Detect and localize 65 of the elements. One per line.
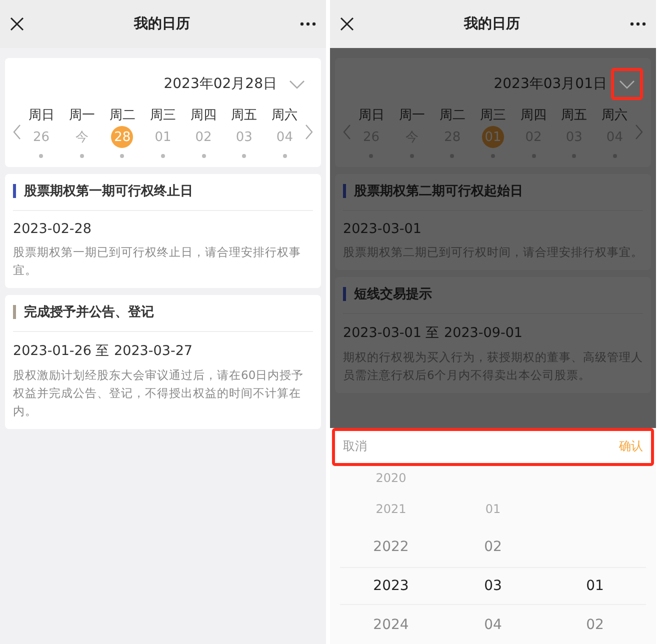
dropdown-caret-icon[interactable] [611,68,643,100]
weekday-label: 周三 [150,107,176,124]
weekday-label: 周二 [109,107,136,124]
event-title: 短线交易提示 [354,286,432,303]
close-icon[interactable] [10,17,24,31]
year-option[interactable]: 2023 [373,578,409,594]
event-dot [160,154,165,158]
month-option[interactable]: 03 [484,578,502,594]
year-option[interactable]: 2020 [376,470,406,485]
selected-date[interactable]: 2023年02月28日 [164,75,277,93]
event-title: 股票期权第二期可行权起始日 [354,183,523,200]
close-icon[interactable] [340,17,354,31]
event-dates: 2023-02-28 [13,221,92,237]
weekday-label: 周二 [439,107,466,124]
weekday-label: 周日 [28,107,54,124]
weekday-label: 周日 [358,107,384,124]
day-number[interactable]: 04 [274,126,296,148]
cancel-button[interactable]: 取消 [343,438,367,456]
day-number[interactable]: 01 [152,126,174,148]
weekday-label: 周六 [602,107,628,124]
event-description: 股权激励计划经股东大会审议通过后，请在60日内授予权益并完成公告、登记，不得授出权益的时间不计算在内。 [13,367,305,420]
weekday-label: 周一 [398,107,425,124]
year-option[interactable]: 2021 [376,502,406,516]
event-title: 完成授予并公告、登记 [24,304,154,321]
more-icon[interactable] [630,22,646,26]
chevron-left-icon[interactable] [13,124,21,140]
day-option[interactable]: 02 [586,616,604,633]
event-dot [80,154,84,158]
chevron-right-icon[interactable] [635,124,643,140]
weekday-label: 周四 [190,107,217,124]
weekday-label: 周六 [272,107,298,124]
day-option[interactable]: 01 [586,578,604,594]
event-title: 股票期权第一期可行权终止日 [24,183,193,200]
selected-date[interactable]: 2023年03月01日 [494,75,607,93]
day-number[interactable]: 28 [111,126,134,148]
event-dot [242,154,246,158]
more-icon[interactable] [300,22,316,26]
day-number[interactable]: 03 [233,126,256,148]
weekday-label: 周四 [520,107,547,124]
event-dates: 2023-03-01 [343,221,422,237]
weekday-label: 周一 [68,107,95,124]
year-option[interactable]: 2024 [373,616,409,633]
month-option[interactable]: 04 [484,616,502,633]
page-title: 我的日历 [134,15,190,33]
confirm-button[interactable]: 确认 [619,438,643,456]
day-number[interactable]: 01 [482,126,504,148]
event-dot [282,154,287,158]
day-number[interactable]: 02 [192,126,215,148]
chevron-left-icon[interactable] [343,124,351,140]
weekday-label: 周三 [480,107,506,124]
day-number[interactable]: 今 [70,126,93,148]
weekday-label: 周五 [561,107,588,124]
event-dot [39,154,44,158]
event-dot [120,154,124,158]
event-dates: 2023-01-26 至 2023-03-27 [13,342,194,360]
event-description: 股票期权第一期已到可行权终止日，请合理安排行权事宜。 [13,244,302,279]
event-dot [202,154,206,158]
year-option[interactable]: 2022 [373,539,409,556]
page-title: 我的日历 [464,15,520,33]
chevron-right-icon[interactable] [305,124,313,140]
day-number[interactable]: 26 [30,126,52,148]
weekday-label: 周五 [231,107,258,124]
event-dates: 2023-03-01 至 2023-09-01 [343,324,524,342]
month-option[interactable]: 01 [485,502,501,516]
month-option[interactable]: 02 [484,539,502,556]
